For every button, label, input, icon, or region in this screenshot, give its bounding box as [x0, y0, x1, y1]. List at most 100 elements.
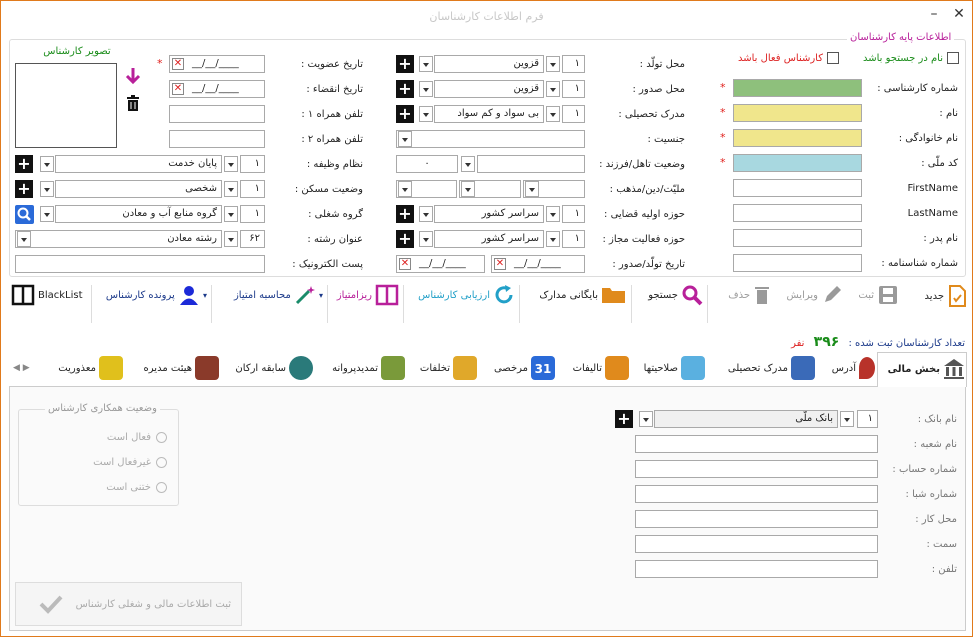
chevron-down-icon[interactable] — [40, 181, 54, 197]
sheba-input[interactable] — [635, 485, 878, 503]
bank-name-combo[interactable]: بانک ملّی — [654, 410, 838, 428]
chevron-down-icon[interactable] — [639, 411, 653, 427]
judicial-combo[interactable]: سراسر کشور — [434, 205, 544, 223]
position-input[interactable] — [635, 535, 878, 553]
judicial-code[interactable]: ۱ — [562, 205, 585, 223]
duty-code[interactable]: ۱ — [240, 155, 265, 173]
add-activity-button[interactable]: + — [396, 230, 414, 248]
tab-address[interactable]: آدرس — [817, 352, 875, 386]
active-checkbox[interactable] — [827, 52, 839, 64]
issue-place-combo[interactable]: قزوین — [434, 80, 544, 98]
expert-file-button[interactable]: ▾ پرونده کارشناس — [95, 284, 207, 324]
tab-competence[interactable]: صلاحیتها — [631, 352, 705, 386]
chevron-down-icon[interactable] — [224, 206, 238, 222]
gender-combo[interactable] — [396, 130, 585, 148]
tab-violations[interactable]: تخلفات — [407, 352, 477, 386]
minimize-button[interactable]: – — [926, 7, 942, 23]
family-input[interactable] — [733, 129, 862, 147]
archive-button[interactable]: بایگانی مدارک — [525, 284, 627, 324]
radio-active[interactable] — [156, 432, 167, 443]
add-housing-button[interactable]: + — [15, 180, 33, 198]
new-button[interactable]: جدید — [907, 284, 967, 324]
add-birth-place-button[interactable]: + — [396, 55, 414, 73]
add-duty-button[interactable]: + — [15, 155, 33, 173]
blacklist-button[interactable]: BlackList — [11, 284, 89, 324]
expire-date-input[interactable]: ✕ __/__/____ — [169, 80, 265, 98]
chevron-down-icon[interactable] — [525, 181, 539, 197]
add-degree-button[interactable]: + — [396, 105, 414, 123]
tab-leave[interactable]: 31مرخصی — [479, 352, 555, 386]
chevron-down-icon[interactable] — [840, 411, 854, 427]
chevron-down-icon[interactable] — [398, 181, 412, 197]
submit-finance-button[interactable]: ثبت اطلاعات مالی و شغلی کارشناس — [15, 582, 242, 626]
national-code-input[interactable] — [733, 154, 862, 172]
birth-place-code[interactable]: ۱ — [562, 55, 585, 73]
chevron-down-icon[interactable] — [224, 156, 238, 172]
add-bank-button[interactable]: + — [615, 410, 633, 428]
activity-code[interactable]: ۱ — [562, 230, 585, 248]
name-input[interactable] — [733, 104, 862, 122]
chevron-down-icon[interactable] — [461, 181, 475, 197]
expert-no-input[interactable] — [733, 79, 862, 97]
father-input[interactable] — [733, 229, 862, 247]
chevron-down-icon[interactable] — [419, 56, 433, 72]
field-code[interactable]: ۶۲ — [240, 230, 265, 248]
mobile1-input[interactable] — [169, 105, 265, 123]
tab-finance[interactable]: بخش مالی — [877, 352, 967, 387]
birth-date-input[interactable]: ✕ __/__/____ — [491, 255, 585, 273]
expert-photo[interactable] — [15, 63, 117, 148]
clear-date-icon[interactable]: ✕ — [494, 258, 506, 270]
marital-combo[interactable] — [477, 155, 585, 173]
chevron-down-icon[interactable] — [224, 181, 238, 197]
phone-input[interactable] — [635, 560, 878, 578]
tab-publications[interactable]: تالیفات — [557, 352, 629, 386]
firstname-input[interactable] — [733, 179, 862, 197]
close-button[interactable]: ✕ — [951, 7, 967, 23]
job-group-combo[interactable]: گروه منابع آب و معادن — [55, 205, 222, 223]
duty-combo[interactable]: پایان خدمت — [55, 155, 222, 173]
tab-degree[interactable]: مدرک تحصیلی — [707, 352, 815, 386]
radio-inactive[interactable] — [156, 457, 167, 468]
birth-place-combo[interactable]: قزوین — [434, 55, 544, 73]
chevron-down-icon[interactable] — [546, 206, 560, 222]
degree-code[interactable]: ۱ — [562, 105, 585, 123]
score-detail-button[interactable]: ریزامتیاز — [333, 284, 399, 324]
chevron-down-icon[interactable] — [461, 156, 475, 172]
clear-date-icon[interactable]: ✕ — [172, 83, 184, 95]
branch-input[interactable] — [635, 435, 878, 453]
field-combo[interactable]: رشته معادن — [15, 230, 222, 248]
mobile2-input[interactable] — [169, 130, 265, 148]
chevron-down-icon[interactable] — [17, 231, 31, 247]
activity-combo[interactable]: سراسر کشور — [434, 230, 544, 248]
chevron-down-icon[interactable] — [224, 231, 238, 247]
not-in-search-checkbox[interactable] — [947, 52, 959, 64]
chevron-down-icon[interactable] — [546, 231, 560, 247]
email-input[interactable] — [15, 255, 265, 273]
issue-place-code[interactable]: ۱ — [562, 80, 585, 98]
search-icon[interactable] — [15, 205, 34, 224]
calculate-score-button[interactable]: ▾ محاسبه امتیاز — [217, 284, 323, 324]
tab-history[interactable]: سابقه ارکان — [221, 352, 313, 386]
degree-combo[interactable]: بی سواد و کم سواد — [434, 105, 544, 123]
workplace-input[interactable] — [635, 510, 878, 528]
issue-date-input[interactable]: ✕ __/__/____ — [396, 255, 485, 273]
chevron-down-icon[interactable] — [546, 56, 560, 72]
chevron-down-icon[interactable] — [419, 206, 433, 222]
chevron-down-icon[interactable] — [546, 106, 560, 122]
search-button[interactable]: جستجو — [637, 284, 703, 324]
save-button[interactable]: ثبت — [847, 284, 899, 324]
clear-date-icon[interactable]: ✕ — [399, 258, 411, 270]
chevron-down-icon[interactable] — [40, 206, 54, 222]
chevron-down-icon[interactable] — [419, 81, 433, 97]
housing-combo[interactable]: شخصی — [55, 180, 222, 198]
evaluate-button[interactable]: ارزیابی کارشناس — [409, 284, 515, 324]
chevron-down-icon[interactable] — [398, 131, 412, 147]
tab-scroll-arrows[interactable]: ◀ ▶ — [13, 363, 30, 373]
add-issue-place-button[interactable]: + — [396, 80, 414, 98]
clear-date-icon[interactable]: ✕ — [172, 58, 184, 70]
delete-button[interactable]: حذف — [713, 284, 771, 324]
lastname-input[interactable] — [733, 204, 862, 222]
id-number-input[interactable] — [733, 254, 862, 272]
tab-excuse[interactable]: معذوریت — [47, 352, 123, 386]
tab-renewal[interactable]: تمدیدپروانه — [315, 352, 405, 386]
